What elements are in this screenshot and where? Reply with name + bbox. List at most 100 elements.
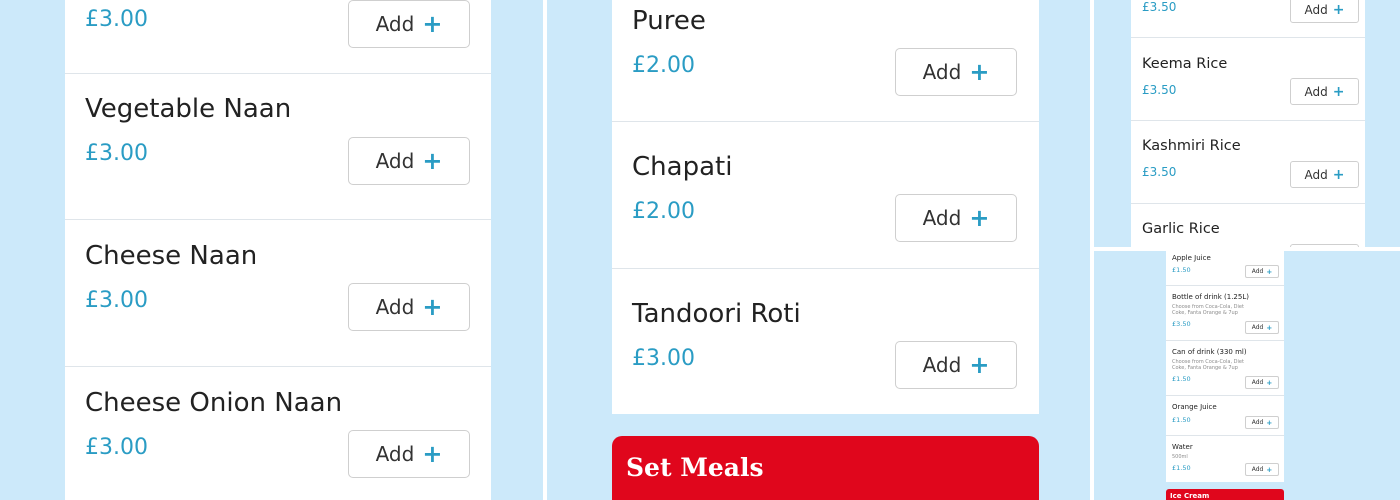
add-button[interactable]: Add + bbox=[895, 341, 1017, 389]
plus-icon: + bbox=[1266, 323, 1273, 332]
plus-icon: + bbox=[969, 58, 990, 86]
add-label: Add bbox=[375, 442, 415, 466]
add-button[interactable]: Add + bbox=[348, 0, 470, 48]
add-button[interactable]: Add + bbox=[1290, 244, 1359, 247]
menu-card: £3.50 Add + Keema Rice £3.50 Add + Kashm… bbox=[1131, 0, 1365, 247]
menu-item: Chapati £2.00 Add + bbox=[612, 122, 1039, 269]
item-name: Chapati bbox=[632, 152, 733, 182]
menu-panel-rice: £3.50 Add + Keema Rice £3.50 Add + Kashm… bbox=[1094, 0, 1400, 247]
add-label: Add bbox=[922, 353, 962, 377]
add-button[interactable]: Add + bbox=[1290, 0, 1359, 23]
add-label: Add bbox=[1304, 84, 1328, 99]
menu-item: Cheese Onion Naan £3.00 Add + bbox=[65, 367, 491, 500]
plus-icon: + bbox=[969, 351, 990, 379]
item-name: Bottle of drink (1.25L) bbox=[1172, 293, 1249, 301]
item-price: £3.50 bbox=[1142, 0, 1177, 14]
add-button[interactable]: Add + bbox=[1245, 416, 1279, 429]
menu-item: Puree £2.00 Add + bbox=[612, 0, 1039, 122]
menu-card: Puree £2.00 Add + Chapati £2.00 Add + Ta… bbox=[612, 0, 1039, 414]
add-button[interactable]: Add + bbox=[1245, 321, 1279, 334]
item-price: £1.50 bbox=[1172, 375, 1191, 383]
item-name: Cheese Onion Naan bbox=[85, 388, 343, 418]
item-price: £3.00 bbox=[85, 141, 148, 166]
add-label: Add bbox=[1251, 466, 1264, 473]
menu-item: Vegetable Naan £3.00 Add + bbox=[65, 74, 491, 220]
item-name: Cheese Naan bbox=[85, 241, 258, 271]
item-price: £3.00 bbox=[85, 7, 148, 32]
item-description: Choose from Coca-Cola, Diet Coke, Fanta … bbox=[1172, 304, 1244, 317]
add-label: Add bbox=[375, 149, 415, 173]
item-price: £2.00 bbox=[632, 53, 695, 78]
item-name: Apple Juice bbox=[1172, 254, 1211, 262]
plus-icon: + bbox=[1266, 267, 1273, 276]
add-button[interactable]: Add + bbox=[1245, 265, 1279, 278]
item-description: 500ml bbox=[1172, 454, 1188, 460]
item-price: £1.50 bbox=[1172, 416, 1191, 424]
item-name: Kashmiri Rice bbox=[1142, 138, 1241, 154]
item-price: £3.00 bbox=[85, 288, 148, 313]
plus-icon: + bbox=[1266, 465, 1273, 474]
plus-icon: + bbox=[1332, 83, 1345, 100]
item-name: Vegetable Naan bbox=[85, 94, 292, 124]
plus-icon: + bbox=[1332, 1, 1345, 18]
item-price: £3.00 bbox=[85, 435, 148, 460]
add-label: Add bbox=[1251, 379, 1264, 386]
section-banner-ice-cream: Ice Cream bbox=[1166, 489, 1284, 500]
item-price: £3.00 bbox=[632, 346, 695, 371]
menu-panel-drinks: Apple Juice £1.50 Add + Bottle of drink … bbox=[1094, 251, 1400, 500]
menu-item: £3.00 Add + bbox=[65, 0, 491, 74]
add-button[interactable]: Add + bbox=[1245, 376, 1279, 389]
item-name: Water bbox=[1172, 443, 1193, 451]
menu-item: Can of drink (330 ml) Choose from Coca-C… bbox=[1166, 341, 1284, 396]
add-button[interactable]: Add + bbox=[1290, 78, 1359, 105]
add-label: Add bbox=[922, 206, 962, 230]
item-name: Puree bbox=[632, 6, 706, 36]
menu-item: Water 500ml £1.50 Add + bbox=[1166, 436, 1284, 482]
menu-item: Kashmiri Rice £3.50 Add + bbox=[1131, 121, 1365, 204]
add-button[interactable]: Add + bbox=[895, 194, 1017, 242]
item-price: £3.50 bbox=[1142, 165, 1177, 179]
item-price: £1.50 bbox=[1172, 464, 1191, 472]
menu-item: £3.50 Add + bbox=[1131, 0, 1365, 38]
plus-icon: + bbox=[422, 293, 443, 321]
add-label: Add bbox=[1251, 324, 1264, 331]
plus-icon: + bbox=[1266, 418, 1273, 427]
item-price: £3.50 bbox=[1142, 83, 1177, 97]
add-label: Add bbox=[375, 295, 415, 319]
item-price: £3.50 bbox=[1172, 320, 1191, 328]
add-label: Add bbox=[922, 60, 962, 84]
menu-item: Apple Juice £1.50 Add + bbox=[1166, 251, 1284, 286]
item-name: Orange Juice bbox=[1172, 403, 1217, 411]
add-button[interactable]: Add + bbox=[1290, 161, 1359, 188]
menu-item: Garlic Rice Add + bbox=[1131, 204, 1365, 247]
menu-item: Tandoori Roti £3.00 Add + bbox=[612, 269, 1039, 414]
item-price: £1.50 bbox=[1172, 266, 1191, 274]
plus-icon: + bbox=[1332, 166, 1345, 183]
item-name: Can of drink (330 ml) bbox=[1172, 348, 1247, 356]
menu-card: Apple Juice £1.50 Add + Bottle of drink … bbox=[1166, 251, 1284, 482]
item-name: Keema Rice bbox=[1142, 56, 1228, 72]
add-button[interactable]: Add + bbox=[895, 48, 1017, 96]
menu-item: Bottle of drink (1.25L) Choose from Coca… bbox=[1166, 286, 1284, 341]
add-label: Add bbox=[1251, 419, 1264, 426]
add-label: Add bbox=[1304, 2, 1328, 17]
add-label: Add bbox=[1304, 167, 1328, 182]
menu-item: Keema Rice £3.50 Add + bbox=[1131, 38, 1365, 121]
item-name: Tandoori Roti bbox=[632, 299, 801, 329]
add-button[interactable]: Add + bbox=[348, 283, 470, 331]
add-label: Add bbox=[1251, 268, 1264, 275]
plus-icon: + bbox=[422, 147, 443, 175]
item-price: £2.00 bbox=[632, 199, 695, 224]
add-button[interactable]: Add + bbox=[348, 137, 470, 185]
item-description: Choose from Coca-Cola, Diet Coke, Fanta … bbox=[1172, 359, 1244, 372]
item-name: Garlic Rice bbox=[1142, 221, 1220, 237]
plus-icon: + bbox=[969, 204, 990, 232]
menu-panel-naan: £3.00 Add + Vegetable Naan £3.00 Add + C… bbox=[0, 0, 543, 500]
add-label: Add bbox=[375, 12, 415, 36]
plus-icon: + bbox=[422, 440, 443, 468]
menu-card: £3.00 Add + Vegetable Naan £3.00 Add + C… bbox=[65, 0, 491, 500]
plus-icon: + bbox=[1266, 378, 1273, 387]
add-button[interactable]: Add + bbox=[1245, 463, 1279, 476]
menu-item: Orange Juice £1.50 Add + bbox=[1166, 396, 1284, 436]
add-button[interactable]: Add + bbox=[348, 430, 470, 478]
